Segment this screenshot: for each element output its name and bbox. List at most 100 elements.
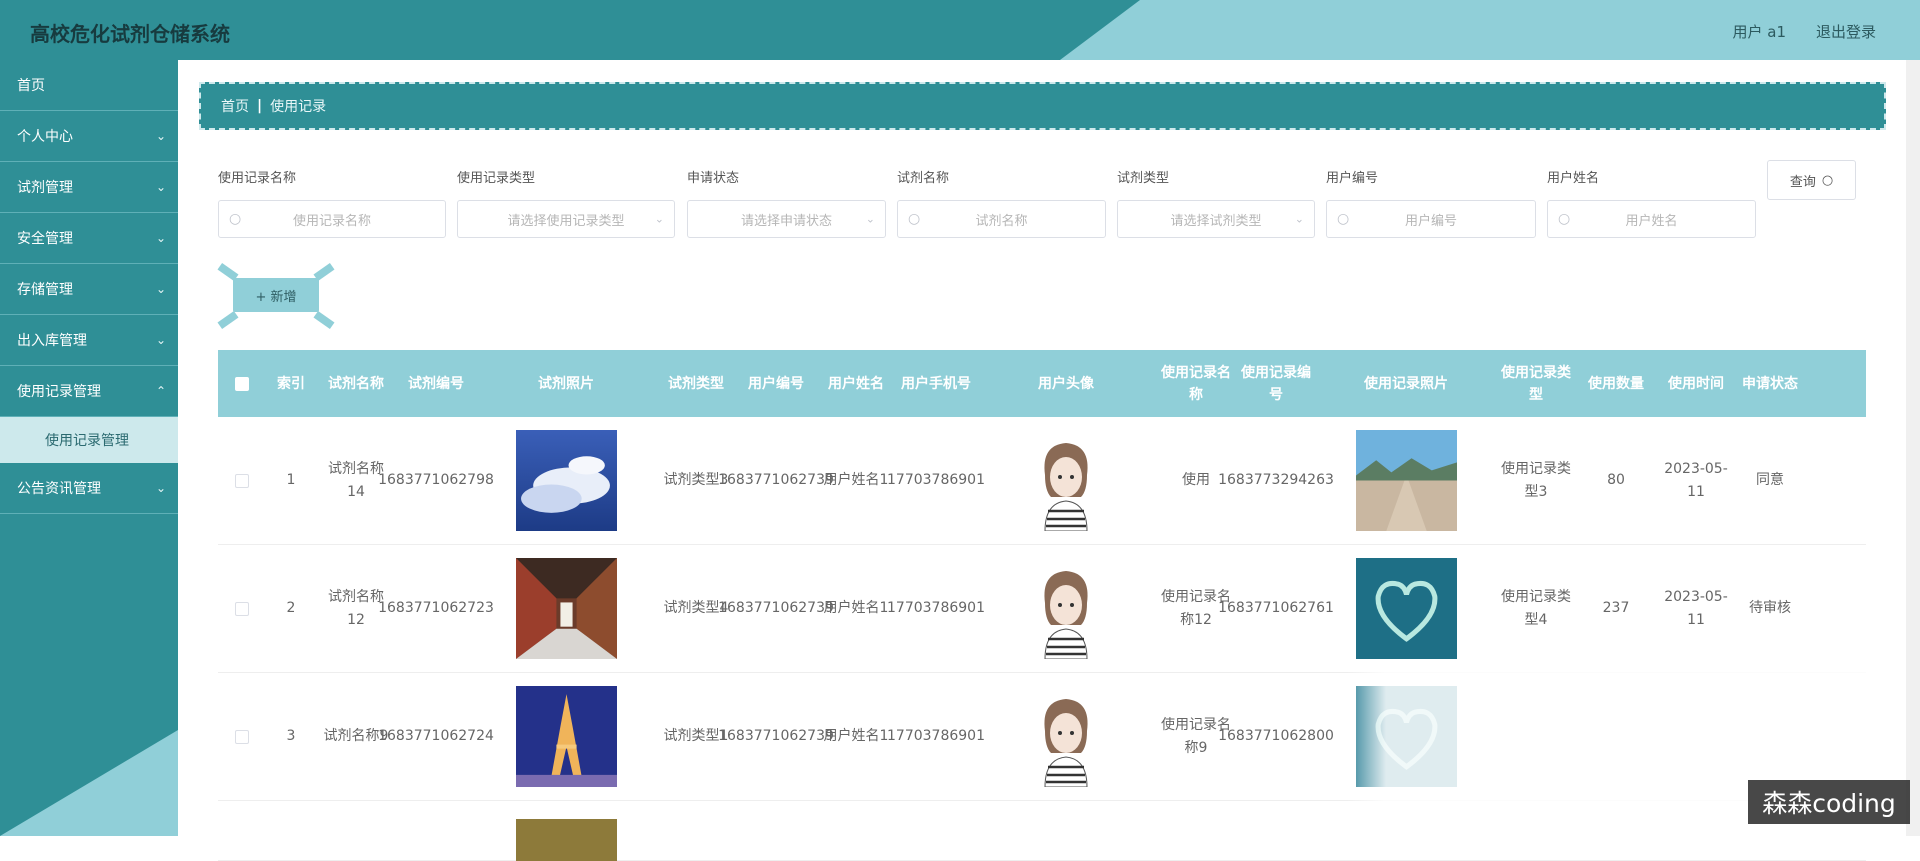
- column-header[interactable]: 试剂照片: [476, 373, 656, 395]
- column-header[interactable]: 使用记录名称: [1156, 362, 1236, 406]
- filter-user-no: 用户编号 ○ 用户编号: [1326, 168, 1536, 238]
- avatar[interactable]: [1031, 559, 1101, 659]
- filter-record-type: 使用记录类型 请选择使用记录类型 ⌄: [457, 168, 675, 238]
- chevron-down-icon: ⌄: [155, 129, 166, 143]
- row-select-cell: [218, 473, 266, 488]
- search-filters: 使用记录名称 ○ 使用记录名称 使用记录类型 请选择使用记录类型 ⌄ 申请状态 …: [218, 168, 1868, 248]
- column-header[interactable]: 使用数量: [1576, 373, 1656, 395]
- sidebar-item-inout[interactable]: 出入库管理 ⌄: [0, 315, 178, 366]
- chevron-down-icon: ⌄: [155, 231, 166, 245]
- sidebar-item-profile[interactable]: 个人中心 ⌄: [0, 111, 178, 162]
- sidebar-item-safety[interactable]: 安全管理 ⌄: [0, 213, 178, 264]
- sidebar-subitem-usage-records[interactable]: 使用记录管理: [0, 417, 178, 463]
- current-user[interactable]: 用户 a1: [1732, 21, 1786, 42]
- select-all-checkbox[interactable]: [235, 376, 249, 391]
- column-header[interactable]: 试剂编号: [396, 373, 476, 395]
- filter-label: 使用记录类型: [457, 171, 536, 186]
- sidebar-item-usage-records[interactable]: 使用记录管理 ⌃: [0, 366, 178, 417]
- reagent-type-select[interactable]: 请选择试剂类型 ⌄: [1117, 200, 1315, 238]
- row-checkbox[interactable]: [235, 601, 249, 616]
- user-no-input[interactable]: ○ 用户编号: [1326, 200, 1536, 238]
- add-button[interactable]: + 新增: [233, 278, 319, 312]
- column-header[interactable]: 申请状态: [1736, 373, 1804, 395]
- record-photo-heart-island[interactable]: [1355, 558, 1457, 659]
- sidebar-item-reagents[interactable]: 试剂管理 ⌄: [0, 162, 178, 213]
- column-header[interactable]: 用户编号: [736, 373, 816, 395]
- logout-link[interactable]: 退出登录: [1816, 21, 1876, 42]
- breadcrumb: 首页 | 使用记录: [199, 82, 1886, 130]
- cell-user-avatar: [976, 431, 1156, 531]
- column-header[interactable]: 用户姓名: [816, 373, 896, 395]
- avatar[interactable]: [1031, 431, 1101, 531]
- reagent-name-input[interactable]: ○ 试剂名称: [897, 200, 1106, 238]
- reagent-photo-corridor[interactable]: [515, 558, 617, 659]
- sidebar-item-label: 首页: [17, 78, 45, 94]
- cell-phone: 17703786901: [887, 728, 985, 744]
- filter-label: 使用记录名称: [218, 171, 297, 186]
- chevron-down-icon: ⌄: [155, 333, 166, 347]
- placeholder: 请选择使用记录类型: [507, 213, 625, 229]
- cell-user-avatar: [976, 687, 1156, 787]
- column-header[interactable]: 使用记录照片: [1316, 373, 1496, 395]
- table-row: 2 试剂名称12 1683771062723 试剂类型4 16837710627…: [218, 545, 1866, 673]
- chevron-down-icon: ⌄: [155, 180, 166, 194]
- select-all-cell: [218, 376, 266, 391]
- search-icon: ○: [1821, 172, 1834, 188]
- column-header[interactable]: 使用记录类型: [1496, 362, 1576, 406]
- record-type-select[interactable]: 请选择使用记录类型 ⌄: [457, 200, 675, 238]
- cell-user-name: 用户姓名1: [823, 600, 889, 616]
- breadcrumb-separator: |: [257, 98, 263, 114]
- sidebar-item-label: 公告资讯管理: [17, 481, 101, 497]
- sidebar-item-label: 出入库管理: [17, 333, 87, 349]
- placeholder: 用户编号: [1404, 213, 1457, 229]
- row-checkbox[interactable]: [235, 473, 249, 488]
- filter-apply-status: 申请状态 请选择申请状态 ⌄: [687, 168, 886, 238]
- sidebar-item-label: 安全管理: [17, 231, 73, 247]
- reagent-photo-sky[interactable]: [515, 430, 617, 531]
- sidebar-item-label: 个人中心: [17, 129, 73, 145]
- cell-index: 3: [286, 728, 296, 744]
- cell-reagent-no: 1683771062724: [378, 728, 494, 744]
- cell-quantity: 80: [1607, 472, 1625, 488]
- record-name-input[interactable]: ○ 使用记录名称: [218, 200, 446, 238]
- search-icon: ○: [229, 211, 242, 227]
- column-header[interactable]: 用户头像: [976, 373, 1156, 395]
- reagent-photo-eiffel-tower[interactable]: [515, 686, 617, 787]
- column-header[interactable]: 索引: [266, 373, 316, 395]
- query-button[interactable]: 查询 ○: [1767, 160, 1856, 200]
- cell-record-no: 1683773294263: [1218, 472, 1334, 488]
- table-row: 1 试剂名称14 1683771062798 试剂类型3 16837710627…: [218, 417, 1866, 545]
- breadcrumb-home[interactable]: 首页: [221, 96, 249, 116]
- cell-reagent-photo: [476, 430, 656, 531]
- reagent-photo-partial[interactable]: [515, 819, 617, 861]
- sidebar: 首页 个人中心 ⌄ 试剂管理 ⌄ 安全管理 ⌄ 存储管理 ⌄ 出入库管理 ⌄ 使…: [0, 60, 178, 836]
- placeholder: 请选择申请状态: [740, 213, 832, 229]
- cell-phone: 17703786901: [887, 472, 985, 488]
- cell-user-no: 1683771062739: [718, 600, 834, 616]
- placeholder: 试剂名称: [975, 213, 1028, 229]
- column-header[interactable]: 使用时间: [1656, 373, 1736, 395]
- record-photo-beach[interactable]: [1355, 430, 1457, 531]
- column-header[interactable]: 使用记录编号: [1236, 362, 1316, 406]
- sidebar-item-storage[interactable]: 存储管理 ⌄: [0, 264, 178, 315]
- row-checkbox[interactable]: [235, 729, 249, 744]
- apply-status-select[interactable]: 请选择申请状态 ⌄: [687, 200, 886, 238]
- chevron-down-icon: ⌄: [155, 481, 166, 495]
- filter-label: 用户编号: [1326, 171, 1379, 186]
- corner-decoration: [313, 310, 335, 330]
- cell-reagent-photo: [476, 686, 656, 787]
- column-header[interactable]: 试剂名称: [316, 373, 396, 395]
- sidebar-item-home[interactable]: 首页: [0, 60, 178, 111]
- sidebar-item-announcements[interactable]: 公告资讯管理 ⌄: [0, 463, 178, 514]
- cell-record-no: 1683771062761: [1218, 600, 1334, 616]
- user-name-input[interactable]: ○ 用户姓名: [1547, 200, 1756, 238]
- cell-time: 2023-05-11: [1664, 588, 1728, 628]
- filter-label: 申请状态: [687, 171, 740, 186]
- cell-phone: 17703786901: [887, 600, 985, 616]
- page-scrollbar[interactable]: [1906, 60, 1920, 836]
- avatar[interactable]: [1031, 687, 1101, 787]
- cell-reagent-photo: [476, 819, 656, 861]
- column-header[interactable]: 用户手机号: [896, 373, 976, 395]
- sidebar-item-label: 使用记录管理: [17, 384, 101, 400]
- column-header[interactable]: 试剂类型: [656, 373, 736, 395]
